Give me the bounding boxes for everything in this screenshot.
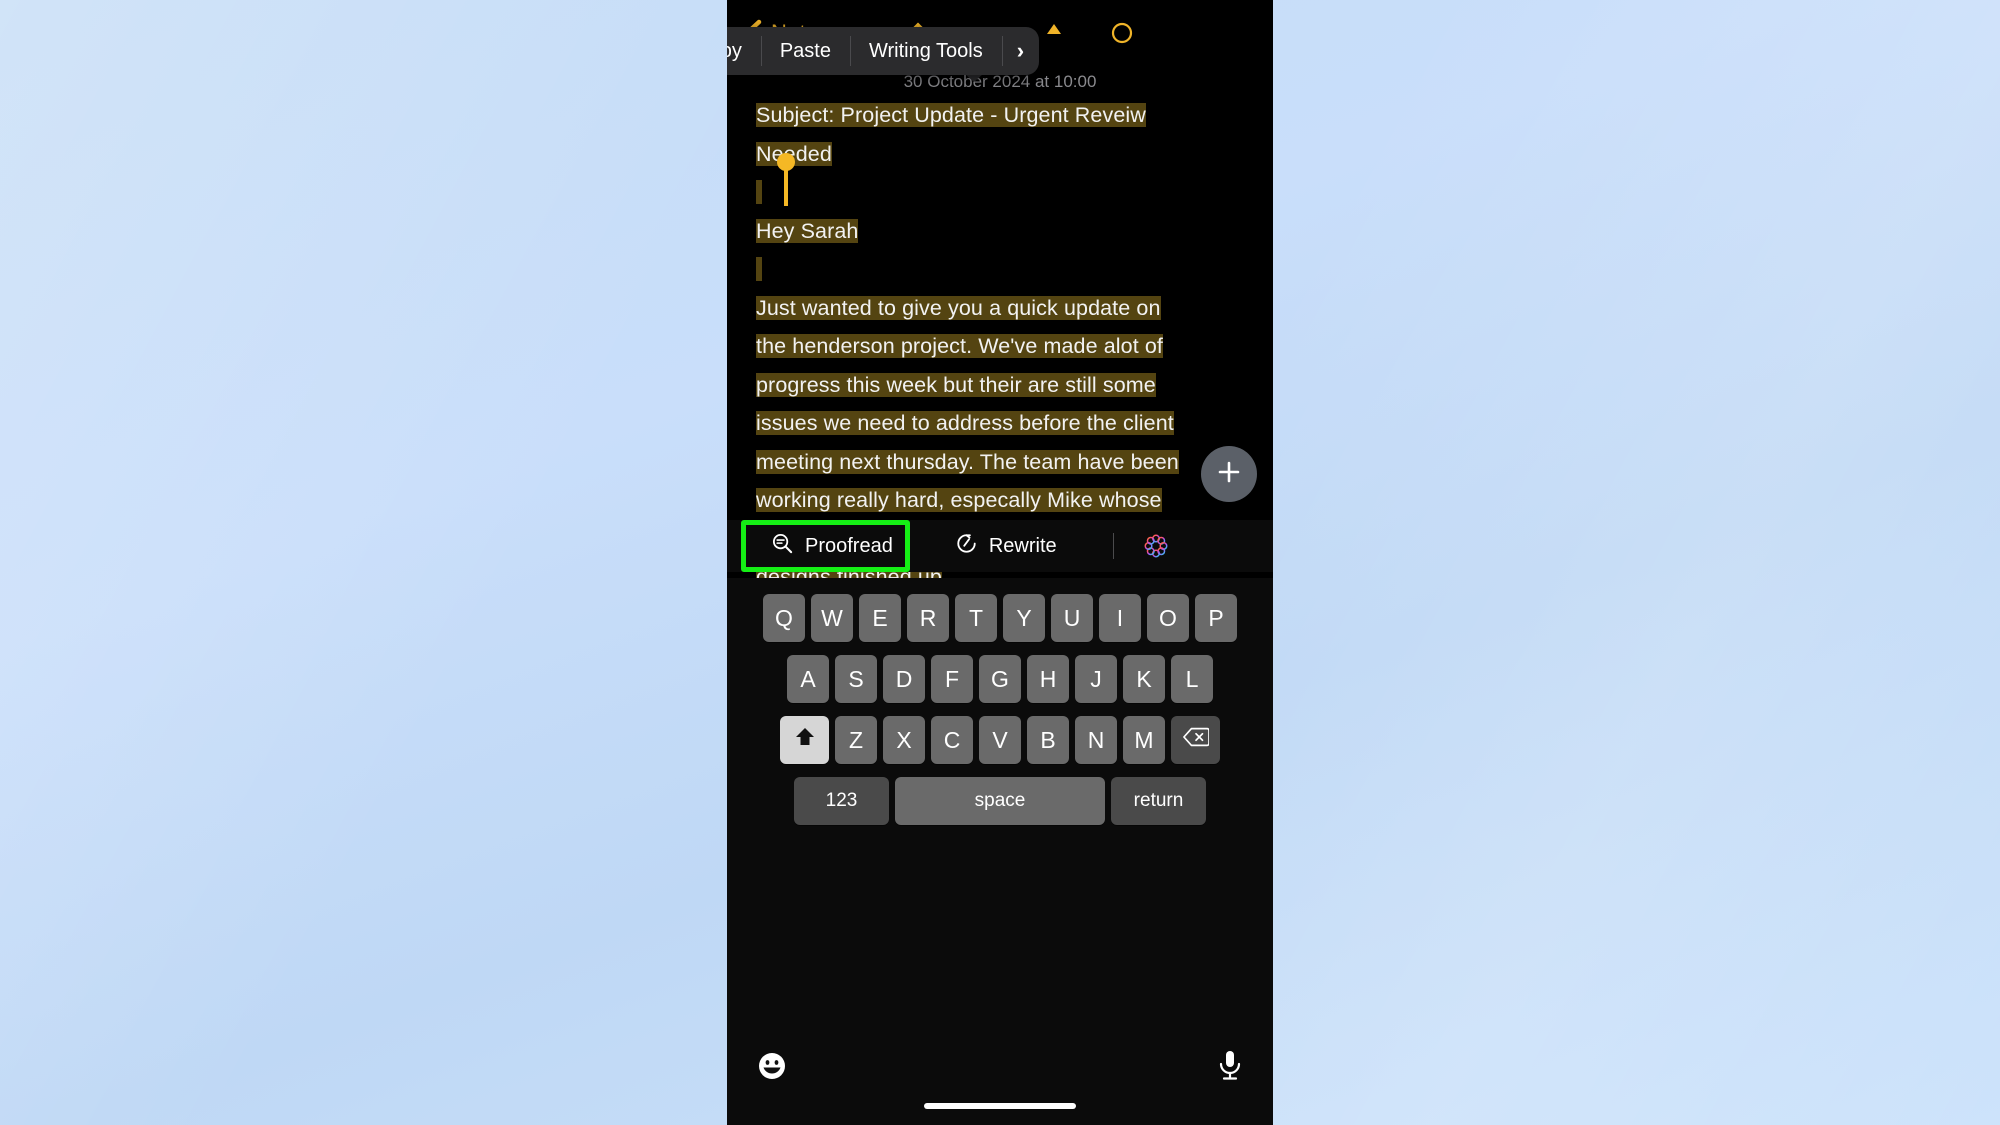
- dictation-key[interactable]: [1217, 1049, 1243, 1083]
- note-line-blank: [756, 173, 1241, 212]
- selection-handle-start[interactable]: [777, 153, 795, 206]
- key-d[interactable]: D: [883, 655, 925, 703]
- rewrite-pen-circle-icon: [955, 532, 978, 561]
- note-line: progress this week but their are still s…: [756, 372, 1156, 397]
- tools-divider: [1112, 533, 1114, 559]
- emoji-smiley-icon: [757, 1053, 787, 1085]
- key-a[interactable]: A: [787, 655, 829, 703]
- key-z[interactable]: Z: [835, 716, 877, 764]
- note-line: Subject: Project Update - Urgent Reveiw: [756, 103, 1146, 127]
- microphone-icon: [1217, 1051, 1243, 1087]
- note-line: the henderson project. We've made alot o…: [756, 334, 1163, 358]
- key-b[interactable]: B: [1027, 716, 1069, 764]
- keyboard-row-2: A S D F G H J K L: [727, 655, 1273, 703]
- proofread-button[interactable]: Proofread: [771, 532, 893, 561]
- key-g[interactable]: G: [979, 655, 1021, 703]
- key-t[interactable]: T: [955, 594, 997, 642]
- onscreen-keyboard: Q W E R T Y U I O P A S D F G H J K L Z …: [727, 578, 1273, 1125]
- numbers-key[interactable]: 123: [794, 777, 889, 825]
- note-line: Hey Sarah: [756, 218, 859, 243]
- return-key[interactable]: return: [1111, 777, 1206, 825]
- keyboard-bottom-bar: [727, 1037, 1273, 1125]
- note-line: Just wanted to give you a quick update o…: [756, 295, 1161, 320]
- space-key[interactable]: space: [895, 777, 1105, 825]
- key-u[interactable]: U: [1051, 594, 1093, 642]
- apple-intelligence-icon[interactable]: [1143, 533, 1169, 559]
- key-m[interactable]: M: [1123, 716, 1165, 764]
- menu-item-more-chevron-right-icon[interactable]: ›: [1001, 27, 1039, 75]
- note-line: issues we need to address before the cli…: [756, 411, 1174, 435]
- note-line: Needed: [756, 141, 832, 166]
- key-c[interactable]: C: [931, 716, 973, 764]
- note-line-blank: [756, 250, 1241, 289]
- backspace-key[interactable]: [1171, 716, 1220, 764]
- keyboard-row-1: Q W E R T Y U I O P: [727, 594, 1273, 642]
- key-w[interactable]: W: [811, 594, 853, 642]
- writing-tools-bar: Proofread Rewrite: [727, 520, 1273, 572]
- proofread-label: Proofread: [805, 534, 893, 557]
- shift-arrow-up-icon: [793, 725, 817, 755]
- key-j[interactable]: J: [1075, 655, 1117, 703]
- key-l[interactable]: L: [1171, 655, 1213, 703]
- note-date: 30 October 2024 at 10:00: [903, 72, 1097, 91]
- keyboard-row-4: 123 space return: [727, 777, 1273, 825]
- backspace-delete-icon: [1182, 726, 1210, 754]
- key-i[interactable]: I: [1099, 594, 1141, 642]
- key-q[interactable]: Q: [763, 594, 805, 642]
- note-line: working really hard, especally Mike whos…: [756, 488, 1162, 512]
- key-x[interactable]: X: [883, 716, 925, 764]
- key-k[interactable]: K: [1123, 655, 1165, 703]
- edit-menu: Cut Copy Paste Writing Tools ›: [727, 27, 1040, 75]
- proofread-magnifier-icon: [771, 532, 794, 561]
- key-h[interactable]: H: [1027, 655, 1069, 703]
- key-p[interactable]: P: [1195, 594, 1237, 642]
- key-e[interactable]: E: [859, 594, 901, 642]
- menu-item-writing-tools[interactable]: Writing Tools: [849, 27, 1002, 75]
- menu-item-paste[interactable]: Paste: [760, 27, 850, 75]
- rewrite-button[interactable]: Rewrite: [955, 532, 1057, 561]
- key-n[interactable]: N: [1075, 716, 1117, 764]
- note-line: meeting next thursday. The team have bee…: [756, 449, 1179, 474]
- edit-menu-arrow: [965, 74, 983, 82]
- key-o[interactable]: O: [1147, 594, 1189, 642]
- menu-item-copy[interactable]: Copy: [727, 27, 761, 75]
- home-indicator: [924, 1103, 1076, 1109]
- more-options-icon[interactable]: [1111, 22, 1133, 44]
- shift-key[interactable]: [780, 716, 829, 764]
- phone-screen: Notes 30 October 2024 at 10:00 Subject: …: [727, 0, 1273, 1125]
- key-f[interactable]: F: [931, 655, 973, 703]
- keyboard-row-3: Z X C V B N M: [727, 716, 1273, 764]
- add-button[interactable]: [1201, 446, 1257, 502]
- emoji-key[interactable]: [757, 1051, 787, 1081]
- rewrite-label: Rewrite: [988, 534, 1057, 557]
- plus-icon: [1216, 459, 1242, 490]
- key-r[interactable]: R: [907, 594, 949, 642]
- compose-icon[interactable]: [1043, 22, 1065, 44]
- key-y[interactable]: Y: [1003, 594, 1045, 642]
- key-v[interactable]: V: [979, 716, 1021, 764]
- key-s[interactable]: S: [835, 655, 877, 703]
